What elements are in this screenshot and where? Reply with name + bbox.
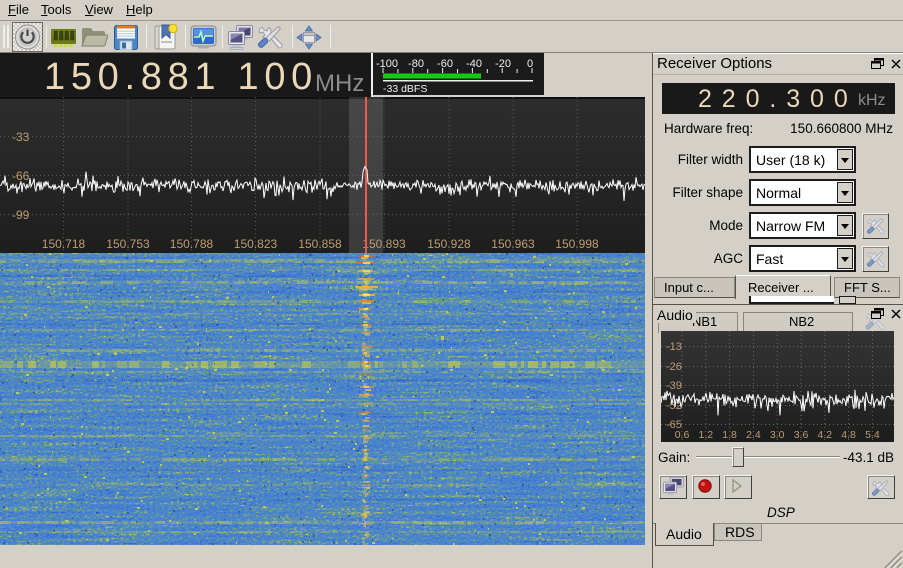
svg-text:-100: -100 (376, 58, 398, 70)
svg-text:1.2: 1.2 (698, 429, 713, 441)
svg-text:5.4: 5.4 (865, 429, 880, 441)
svg-text:4.2: 4.2 (817, 429, 832, 441)
svg-text:150.998: 150.998 (555, 237, 599, 251)
svg-text:2.4: 2.4 (746, 429, 761, 441)
svg-text:150.963: 150.963 (491, 237, 535, 251)
svg-text:-99: -99 (12, 208, 30, 222)
svg-text:-33: -33 (12, 130, 30, 144)
svg-text:-80: -80 (408, 58, 424, 70)
svg-text:1.8: 1.8 (722, 429, 737, 441)
svg-text:-13: -13 (666, 341, 682, 353)
svg-text:-40: -40 (466, 58, 482, 70)
svg-text:3.6: 3.6 (794, 429, 809, 441)
svg-text:150.753: 150.753 (106, 237, 150, 251)
svg-text:150.893: 150.893 (362, 237, 406, 251)
svg-text:-66: -66 (12, 169, 30, 183)
svg-text:150.928: 150.928 (427, 237, 471, 251)
svg-text:-26: -26 (666, 361, 682, 373)
svg-text:-39: -39 (666, 380, 682, 392)
svg-text:4.8: 4.8 (841, 429, 856, 441)
svg-text:-20: -20 (495, 58, 511, 70)
svg-text:150.718: 150.718 (42, 237, 86, 251)
svg-text:-33 dBFS: -33 dBFS (383, 83, 427, 95)
svg-text:-60: -60 (437, 58, 453, 70)
svg-text:3.0: 3.0 (770, 429, 785, 441)
svg-text:150.788: 150.788 (170, 237, 214, 251)
svg-text:150.858: 150.858 (298, 237, 342, 251)
svg-text:150.823: 150.823 (234, 237, 278, 251)
svg-text:0.6: 0.6 (675, 429, 690, 441)
